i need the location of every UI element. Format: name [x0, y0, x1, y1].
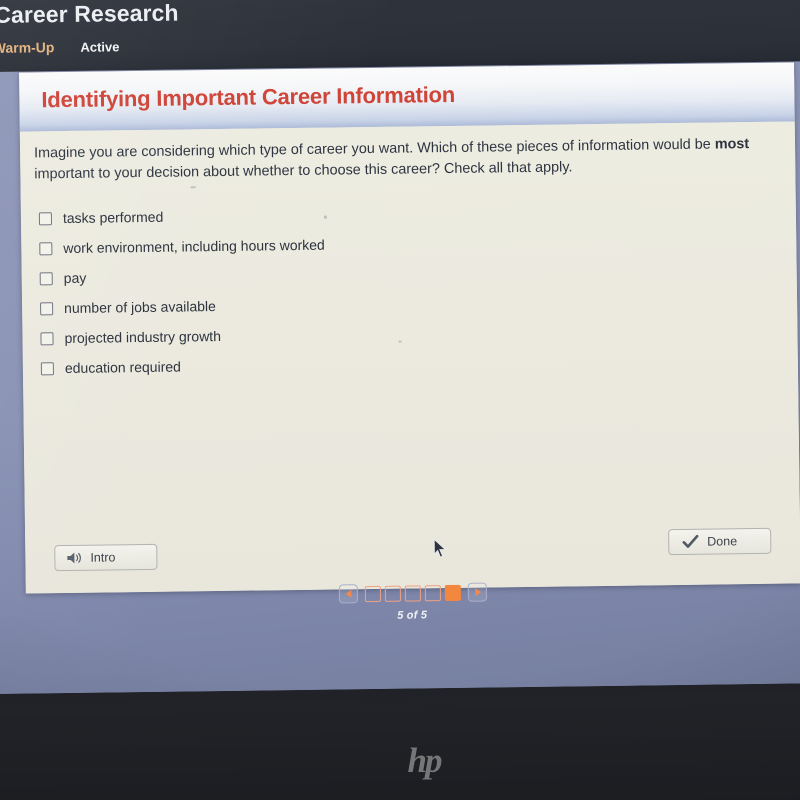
pager-dot-4[interactable] — [424, 584, 441, 601]
checkbox-icon[interactable] — [40, 361, 54, 375]
tab-bar[interactable]: Warm-Up Active — [0, 38, 120, 56]
tab-active[interactable]: Active — [80, 39, 119, 55]
card-header-band: Identifying Important Career Information — [19, 62, 795, 132]
checkbox-icon[interactable] — [38, 211, 53, 225]
intro-button-label: Intro — [90, 550, 116, 565]
checkbox-option-list[interactable]: tasks performed work environment, includ… — [38, 195, 641, 383]
pager-status-text: 5 of 5 — [397, 609, 428, 622]
checkbox-icon[interactable] — [40, 331, 54, 345]
option-label: pay — [63, 269, 87, 287]
checkbox-icon[interactable] — [39, 271, 53, 285]
pager-prev-button[interactable] — [338, 584, 359, 604]
done-button-label: Done — [707, 534, 738, 549]
photo-artifact — [190, 186, 196, 189]
pager-dots[interactable] — [364, 584, 461, 602]
checkbox-icon[interactable] — [39, 241, 53, 255]
done-button[interactable]: Done — [668, 527, 772, 556]
option-row[interactable]: education required — [40, 345, 641, 383]
pager-dot-2[interactable] — [384, 585, 401, 602]
triangle-left-icon — [345, 589, 351, 598]
activity-card: Identifying Important Career Information… — [19, 62, 800, 594]
checkbox-icon[interactable] — [40, 301, 54, 315]
option-label: number of jobs available — [64, 298, 216, 317]
triangle-right-icon — [474, 588, 481, 597]
monitor-screen: Career Research Warm-Up Active Identifyi… — [0, 0, 800, 694]
activity-title: Identifying Important Career Information — [41, 81, 456, 113]
pager-dot-3[interactable] — [404, 584, 421, 602]
mouse-cursor — [433, 538, 447, 558]
question-text: Imagine you are considering which type o… — [33, 136, 750, 183]
tab-warm-up[interactable]: Warm-Up — [0, 39, 55, 56]
page-title: Career Research — [0, 0, 179, 28]
photo-artifact — [398, 340, 402, 343]
pager-dot-5-current[interactable] — [444, 584, 461, 601]
hp-logo: hp — [407, 741, 443, 780]
option-label: education required — [64, 358, 181, 377]
monitor-photo: hp Career Research Warm-Up Active Identi… — [0, 0, 800, 800]
app-topbar: Career Research Warm-Up Active — [0, 0, 800, 72]
intro-button[interactable]: Intro — [54, 543, 158, 572]
option-label: projected industry growth — [64, 327, 222, 347]
pagination-control[interactable] — [338, 582, 487, 604]
activity-body: Imagine you are considering which type o… — [19, 121, 800, 594]
option-label: tasks performed — [62, 208, 164, 227]
checkmark-icon — [682, 534, 699, 548]
option-label: work environment, including hours worked — [63, 236, 325, 257]
pager-next-button[interactable] — [467, 582, 487, 602]
speaker-icon — [67, 552, 81, 564]
photo-artifact — [323, 215, 327, 219]
pager-dot-1[interactable] — [364, 585, 381, 602]
